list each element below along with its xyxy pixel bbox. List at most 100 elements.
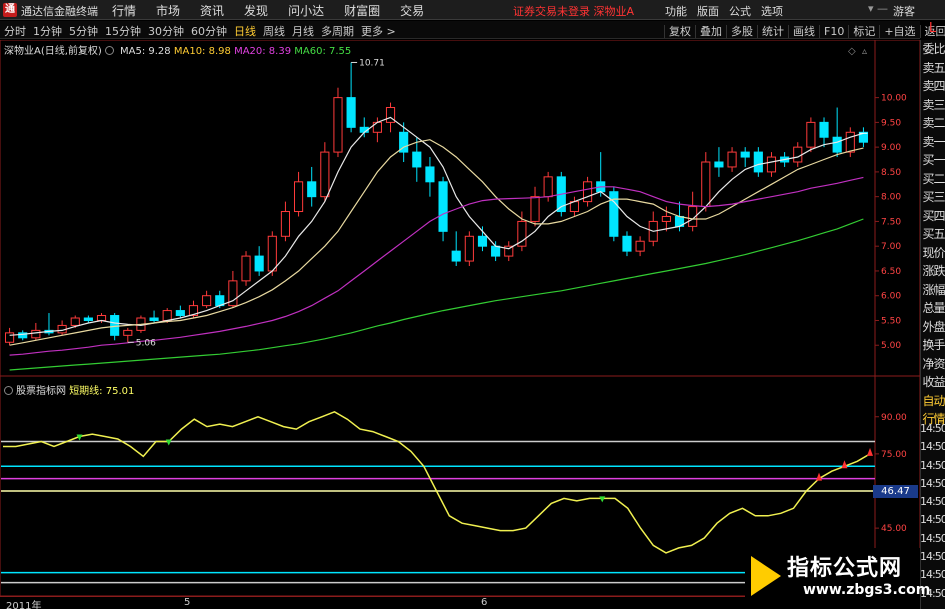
- price-tick-label: 8.00: [881, 193, 901, 203]
- candle-body: [819, 121, 829, 138]
- candle-body: [346, 97, 356, 128]
- candle-body: [412, 151, 422, 168]
- low-annotation: 5.06: [136, 338, 156, 348]
- quote-field-12[interactable]: 现价: [921, 244, 945, 263]
- period-tab-9[interactable]: 多周期: [321, 25, 354, 38]
- tool-button-0[interactable]: 复权: [664, 25, 695, 38]
- period-tab-0[interactable]: 分时: [4, 25, 26, 38]
- high-annotation: 10.71: [359, 58, 385, 68]
- right-menu-item-3[interactable]: 选项: [761, 5, 783, 18]
- period-toolbar: 分时 1分钟 5分钟 15分钟 30分钟 60分钟 日线 周线 月线 多周期 更多 > 复权 叠加 多股…: [0, 21, 945, 39]
- quote-field-4[interactable]: 卖三: [921, 96, 945, 115]
- price-tick-label: 6.00: [881, 292, 901, 302]
- quote-field-10[interactable]: 买四: [921, 207, 945, 226]
- right-menu-item-1[interactable]: 版面: [697, 5, 719, 18]
- candle-body: [280, 211, 291, 237]
- sell-signal-icon: [165, 439, 172, 446]
- menu-item-0[interactable]: 行情: [112, 4, 136, 18]
- candle-body: [622, 235, 632, 252]
- tool-button-4[interactable]: 画线: [788, 25, 819, 38]
- trade-time: 14:50: [920, 440, 945, 454]
- price-tick-label: 5.50: [881, 316, 901, 326]
- menu-item-2[interactable]: 资讯: [200, 4, 224, 18]
- price-tick-label: 9.00: [881, 143, 901, 153]
- quote-field-18[interactable]: 净资: [921, 355, 945, 374]
- quote-field-6[interactable]: 卖一: [921, 133, 945, 152]
- tool-button-1[interactable]: 叠加: [695, 25, 726, 38]
- ma-line-ma10: [9, 139, 864, 346]
- candle-body: [202, 295, 212, 307]
- period-tab-3[interactable]: 15分钟: [105, 25, 141, 38]
- quote-field-14[interactable]: 涨幅: [921, 281, 945, 300]
- quote-field-16[interactable]: 外盘: [921, 318, 945, 337]
- candle-body: [451, 250, 461, 262]
- candle-body: [267, 235, 277, 272]
- candle-body: [96, 315, 107, 321]
- candle-body: [609, 191, 619, 237]
- window-controls-icon[interactable]: ▾ —: [868, 2, 888, 15]
- chart-area[interactable]: 10.00 9.50 9.00 8.50 8.00 7.50 7.00 6.50 6.00 5.5…: [0, 40, 920, 596]
- candle-body: [254, 255, 264, 272]
- quote-field-8[interactable]: 买二: [921, 170, 945, 189]
- menu-item-3[interactable]: 发现: [244, 4, 268, 18]
- login-alert[interactable]: 证券交易未登录 深物业A: [513, 3, 634, 19]
- sub-tick-label: 75.00: [881, 450, 907, 460]
- tool-button-2[interactable]: 多股: [726, 25, 757, 38]
- quote-field-7[interactable]: 买一: [921, 151, 945, 170]
- level2-icon[interactable]: L: [920, 21, 945, 39]
- quote-field-5[interactable]: 卖二: [921, 114, 945, 133]
- candle-body: [477, 235, 488, 247]
- tool-button-5[interactable]: F10: [819, 25, 849, 38]
- candle-body: [83, 317, 93, 321]
- quote-field-1[interactable]: 委比: [921, 40, 945, 59]
- period-tab-8[interactable]: 月线: [292, 25, 314, 38]
- candle-body: [4, 332, 15, 343]
- watermark-url: www.zbgs3.com: [803, 582, 931, 598]
- price-tick-label: 8.50: [881, 168, 901, 178]
- period-tab-10[interactable]: 更多 >: [361, 25, 396, 38]
- candle-body: [727, 151, 737, 168]
- candle-body: [333, 97, 343, 153]
- quote-field-11[interactable]: 买五: [921, 225, 945, 244]
- collapse-icon: ◇: [848, 46, 856, 57]
- period-tab-1[interactable]: 1分钟: [33, 25, 62, 38]
- trade-time: 14:50: [920, 513, 945, 527]
- tool-button-3[interactable]: 统计: [757, 25, 788, 38]
- quote-field-19[interactable]: 收益: [921, 373, 945, 392]
- right-menu-item-2[interactable]: 公式: [729, 5, 751, 18]
- period-tab-6[interactable]: 日线: [234, 25, 256, 38]
- guest-button[interactable]: 游客: [893, 3, 915, 19]
- menu-item-1[interactable]: 市场: [156, 4, 180, 18]
- period-tabs: 分时 1分钟 5分钟 15分钟 30分钟 60分钟 日线 周线 月线 多周期 更多 >: [4, 23, 403, 39]
- quote-field-17[interactable]: 换手: [921, 336, 945, 355]
- menu-item-4[interactable]: 问小达: [288, 4, 324, 18]
- app-title: 通达信金融终端: [21, 5, 98, 18]
- right-menu-item-0[interactable]: 功能: [665, 5, 687, 18]
- candle-body: [806, 121, 816, 148]
- menu-item-6[interactable]: 交易: [400, 4, 424, 18]
- title-bar: 通 通达信金融终端 行情 市场 资讯 发现 问小达 财富圈 交易 证券交易未登录 深物业A …: [0, 0, 945, 20]
- chart-tools: 复权 叠加 多股 统计 画线 F10 标记 +自选 返回: [664, 23, 945, 39]
- period-tab-2[interactable]: 5分钟: [69, 25, 98, 38]
- period-tab-4[interactable]: 30分钟: [148, 25, 184, 38]
- period-tab-7[interactable]: 周线: [263, 25, 285, 38]
- tool-button-7[interactable]: +自选: [879, 25, 920, 38]
- menu-item-5[interactable]: 财富圈: [344, 4, 380, 18]
- quote-field-3[interactable]: 卖四: [921, 77, 945, 96]
- expand-icon: ▵: [862, 46, 867, 57]
- quote-field-9[interactable]: 买三: [921, 188, 945, 207]
- candle-body: [320, 151, 330, 198]
- price-tick-label: 5.00: [881, 341, 901, 351]
- price-tick-label: 7.50: [881, 217, 901, 227]
- quote-field-20[interactable]: 自动: [921, 392, 945, 411]
- quote-field-2[interactable]: 卖五: [921, 59, 945, 78]
- quote-field-13[interactable]: 涨跌: [921, 262, 945, 281]
- date-label: 5: [184, 597, 191, 608]
- trade-time: 14:50: [920, 476, 945, 490]
- quote-field-15[interactable]: 总量: [921, 299, 945, 318]
- period-tab-5[interactable]: 60分钟: [191, 25, 227, 38]
- tool-button-6[interactable]: 标记: [848, 25, 880, 38]
- candle-body: [766, 156, 777, 173]
- candle-body: [241, 255, 251, 282]
- candle-body: [110, 315, 120, 336]
